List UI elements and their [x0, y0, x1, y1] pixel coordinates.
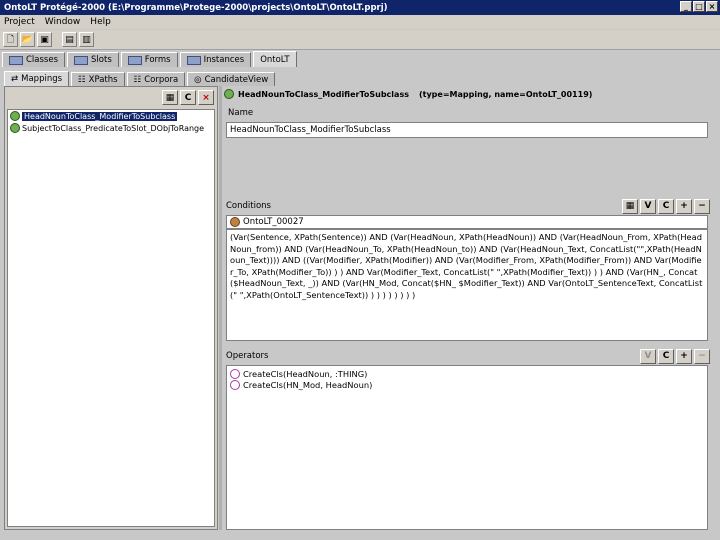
operators-label: Operators	[226, 351, 269, 361]
create-button[interactable]: C	[180, 90, 196, 105]
tab-label: CandidateView	[204, 74, 269, 85]
tab-forms[interactable]: Forms	[120, 52, 178, 67]
condition-reference[interactable]: OntoLT_00027	[226, 215, 708, 229]
tab-label: OntoLT	[260, 54, 290, 65]
instances-icon	[186, 55, 201, 65]
menu-bar: Project Window Help	[0, 15, 720, 29]
tab-label: Forms	[144, 55, 171, 65]
view-icon[interactable]: ▦	[162, 90, 178, 105]
view-button[interactable]: V	[640, 198, 656, 214]
tab-instances[interactable]: Instances	[179, 52, 252, 67]
tab-mappings[interactable]: ⇄ Mappings	[4, 71, 70, 86]
open-project-icon[interactable]: 📂	[20, 32, 35, 47]
name-label: Name	[228, 108, 254, 118]
toolbar: 🗋 📂 ▣ ▤ ▥	[0, 30, 720, 50]
remove-button[interactable]: −	[694, 198, 710, 214]
condition-ref-label: OntoLT_00027	[243, 217, 304, 227]
delete-button[interactable]: ×	[198, 90, 214, 105]
operator-label: CreateCls(HN_Mod, HeadNoun)	[243, 379, 373, 390]
menu-project[interactable]: Project	[4, 17, 35, 27]
add-button[interactable]: +	[676, 348, 692, 364]
list-item[interactable]: CreateCls(HN_Mod, HeadNoun)	[230, 379, 704, 390]
browse-icon[interactable]: ▦	[622, 198, 638, 214]
list-item[interactable]: CreateCls(HeadNoun, :THING)	[230, 368, 704, 379]
mappings-icon: ⇄	[11, 74, 19, 84]
mappings-toolbar: ▦ C ×	[5, 87, 217, 109]
sub-tabs: ⇄ Mappings ☷ XPaths ☷ Corpora ◎ CandidateVie…	[4, 70, 716, 86]
title-bar: OntoLT Protégé-2000 (E:\Programme\Proteg…	[0, 0, 720, 15]
list-item[interactable]: HeadNounToClass_ModifierToSubclass	[8, 110, 214, 122]
tab-label: XPaths	[88, 74, 118, 85]
slots-icon	[74, 55, 89, 65]
paste-icon[interactable]: ▥	[79, 32, 94, 47]
add-button[interactable]: +	[676, 198, 692, 214]
instance-header: HeadNounToClass_ModifierToSubclass (type…	[224, 87, 714, 101]
operators-header: Operators V C + −	[226, 348, 710, 364]
tab-label: Slots	[91, 55, 112, 65]
window-title: OntoLT Protégé-2000 (E:\Programme\Proteg…	[4, 2, 388, 13]
candidateview-icon: ◎	[194, 74, 202, 85]
name-field[interactable]: HeadNounToClass_ModifierToSubclass	[226, 122, 708, 138]
splitter[interactable]	[219, 86, 222, 530]
tab-label: Instances	[203, 55, 245, 65]
remove-button[interactable]: −	[694, 348, 710, 364]
mappings-list[interactable]: HeadNounToClass_ModifierToSubclass Subje…	[7, 109, 215, 527]
tab-label: Classes	[26, 55, 59, 65]
create-button[interactable]: C	[658, 198, 674, 214]
instance-name: HeadNounToClass_ModifierToSubclass	[238, 89, 409, 99]
menu-window[interactable]: Window	[45, 17, 81, 27]
new-project-icon[interactable]: 🗋	[3, 32, 18, 47]
menu-help[interactable]: Help	[90, 17, 111, 27]
minimize-button[interactable]: _	[680, 1, 692, 12]
tab-label: Mappings	[21, 74, 63, 84]
list-item-label: HeadNounToClass_ModifierToSubclass	[22, 111, 178, 121]
maximize-button[interactable]: □	[693, 1, 705, 12]
list-item[interactable]: SubjectToClass_PredicateToSlot_DObjToRan…	[8, 122, 214, 134]
conditions-header: Conditions ▦ V C + −	[226, 198, 710, 214]
corpora-icon: ☷	[133, 74, 142, 85]
condition-icon	[230, 217, 240, 227]
cut-icon[interactable]: ▤	[62, 32, 77, 47]
tab-xpaths[interactable]: ☷ XPaths	[71, 72, 125, 86]
tab-ontolt[interactable]: OntoLT	[253, 51, 297, 67]
close-button[interactable]: ×	[706, 1, 718, 12]
tab-label: Corpora	[144, 74, 179, 85]
mappings-panel: ▦ C × HeadNounToClass_ModifierToSubclass…	[4, 86, 218, 530]
view-button[interactable]: V	[640, 348, 656, 364]
create-button[interactable]: C	[658, 348, 674, 364]
instance-type: (type=Mapping, name=OntoLT_00119)	[418, 89, 593, 99]
mapping-icon	[10, 111, 20, 121]
tab-candidateview[interactable]: ◎ CandidateView	[187, 72, 276, 86]
classes-icon	[9, 55, 23, 65]
conditions-label: Conditions	[226, 201, 271, 211]
mapping-icon	[10, 123, 20, 133]
forms-icon	[127, 55, 142, 65]
tab-slots[interactable]: Slots	[67, 52, 119, 67]
main-tabs: Classes Slots Forms Instances OntoLT	[0, 50, 720, 67]
tab-classes[interactable]: Classes	[2, 52, 66, 67]
condition-text[interactable]: (Var(Sentence, XPath(Sentence)) AND (Var…	[226, 229, 708, 341]
xpaths-icon: ☷	[78, 74, 86, 85]
operator-icon	[230, 379, 240, 390]
operators-list[interactable]: CreateCls(HeadNoun, :THING) CreateCls(HN…	[226, 365, 708, 530]
list-item-label: SubjectToClass_PredicateToSlot_DObjToRan…	[22, 123, 205, 133]
save-project-icon[interactable]: ▣	[37, 32, 52, 47]
mapping-icon	[224, 89, 234, 99]
operator-label: CreateCls(HeadNoun, :THING)	[243, 368, 368, 379]
tab-corpora[interactable]: ☷ Corpora	[126, 72, 186, 86]
operator-icon	[230, 368, 240, 379]
